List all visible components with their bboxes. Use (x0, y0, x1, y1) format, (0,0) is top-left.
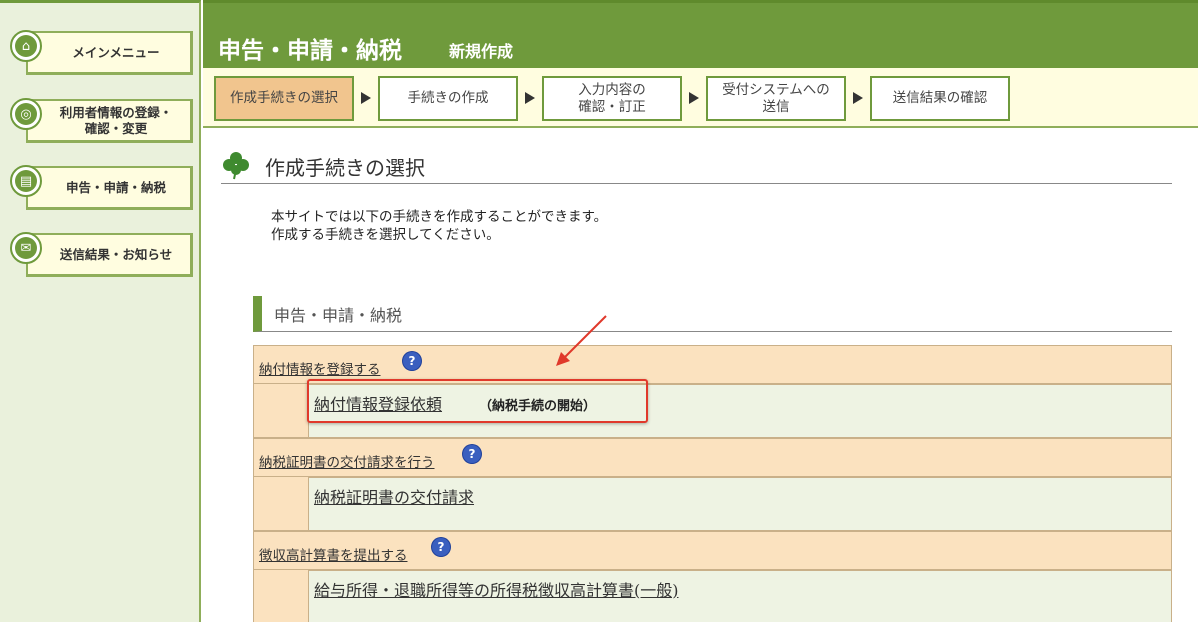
step-arrow-icon (361, 92, 371, 104)
intro-text: 本サイトでは以下の手続きを作成することができます。 作成する手続きを選択してくだ… (271, 208, 607, 244)
intro-line: 本サイトでは以下の手続きを作成することができます。 (271, 209, 608, 225)
step-label: 受付システムへの 送信 (722, 82, 830, 115)
sidebar-item-results[interactable]: ✉ 送信結果・お知らせ (10, 232, 193, 277)
step-confirm-input: 入力内容の 確認・訂正 (542, 76, 682, 121)
page-subtitle: 新規作成 (449, 42, 514, 61)
sidebar-item-label: メインメニュー (26, 31, 193, 75)
section-title: 作成手続きの選択 (265, 156, 425, 180)
step-arrow-icon (689, 92, 699, 104)
procedure-link[interactable]: 給与所得・退職所得等の所得税徴収高計算書(一般) (314, 577, 679, 601)
sidebar-item-label: 申告・申請・納税 (26, 166, 193, 210)
help-icon[interactable]: ? (463, 445, 481, 463)
mail-icon: ✉ (10, 232, 42, 264)
help-icon[interactable]: ? (403, 352, 421, 370)
step-arrow-icon (525, 92, 535, 104)
document-icon: ▤ (10, 165, 42, 197)
step-label: 入力内容の 確認・訂正 (578, 82, 646, 115)
page-title: 申告・申請・納税 (218, 37, 402, 64)
clover-icon (223, 152, 249, 180)
section-header: 作成手続きの選択 (221, 148, 1172, 184)
settings-icon: ◎ (10, 98, 42, 130)
sidebar-item-main-menu[interactable]: ⌂ メインメニュー (10, 30, 193, 75)
group-heading-link[interactable]: 納税証明書の交付請求を行う (259, 451, 435, 471)
category-title: 申告・申請・納税 (274, 306, 403, 325)
step-arrow-icon (853, 92, 863, 104)
group-heading: 納税証明書の交付請求を行う ? (253, 438, 1172, 477)
step-check-result: 送信結果の確認 (870, 76, 1010, 121)
group-body: 給与所得・退職所得等の所得税徴収高計算書(一般) (253, 570, 1172, 622)
step-send: 受付システムへの 送信 (706, 76, 846, 121)
group-body: 納税証明書の交付請求 (253, 477, 1172, 531)
step-label: 手続きの作成 (407, 90, 489, 107)
annotation-highlight-box (307, 379, 648, 423)
sidebar: ⌂ メインメニュー ◎ 利用者情報の登録・ 確認・変更 ▤ 申告・申請・納税 ✉… (0, 0, 201, 622)
sidebar-item-label: 利用者情報の登録・ 確認・変更 (26, 99, 193, 143)
procedure-link[interactable]: 納税証明書の交付請求 (314, 484, 474, 508)
intro-line: 作成する手続きを選択してください。 (271, 227, 500, 244)
sidebar-item-user-info[interactable]: ◎ 利用者情報の登録・ 確認・変更 (10, 98, 193, 143)
category-header: 申告・申請・納税 (253, 296, 1172, 332)
step-progress-bar: 作成手続きの選択 手続きの作成 入力内容の 確認・訂正 受付システムへの 送信 … (203, 68, 1198, 128)
group-heading-link[interactable]: 徴収高計算書を提出する (259, 544, 408, 564)
annotation-arrow-icon (556, 315, 607, 366)
main-content: 作成手続きの選択 本サイトでは以下の手続きを作成することができます。 作成する手… (203, 130, 1198, 622)
sidebar-item-label: 送信結果・お知らせ (26, 233, 193, 277)
step-select-procedure: 作成手続きの選択 (214, 76, 354, 121)
help-icon[interactable]: ? (432, 538, 450, 556)
group-heading: 徴収高計算書を提出する ? (253, 531, 1172, 570)
step-label: 送信結果の確認 (892, 90, 988, 107)
home-icon: ⌂ (10, 30, 42, 62)
group-heading-link[interactable]: 納付情報を登録する (259, 358, 381, 378)
step-label: 作成手続きの選択 (230, 90, 338, 107)
step-create-procedure: 手続きの作成 (378, 76, 518, 121)
page-header: 申告・申請・納税 新規作成 (203, 0, 1198, 68)
sidebar-item-declaration[interactable]: ▤ 申告・申請・納税 (10, 165, 193, 210)
